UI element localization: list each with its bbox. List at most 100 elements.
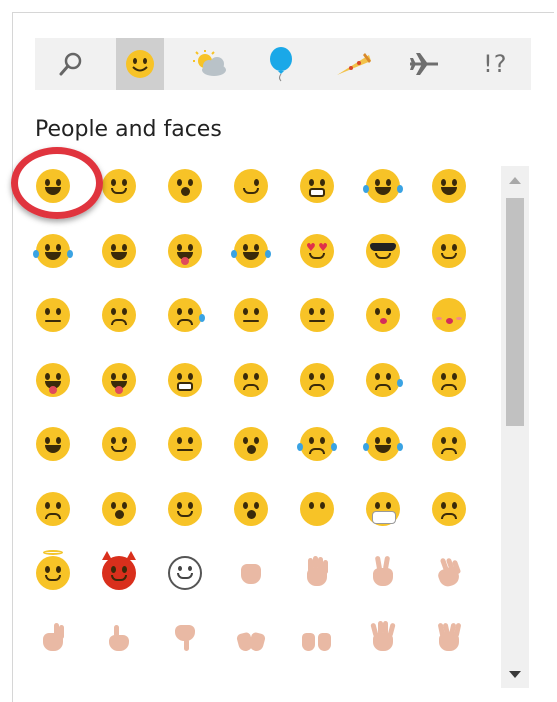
- emoji-cell[interactable]: [218, 412, 284, 477]
- emoji-cell[interactable]: [284, 348, 350, 413]
- emoji-cell[interactable]: [416, 219, 482, 284]
- vulcan-salute-icon: [434, 621, 464, 655]
- winking-tongue-face-icon: [36, 362, 70, 397]
- squinting-laughing-face-icon: [102, 233, 136, 268]
- emoji-cell[interactable]: [350, 348, 416, 413]
- emoji-cell[interactable]: [152, 477, 218, 542]
- expressionless-face-icon: [234, 298, 268, 333]
- open-hands-icon: [302, 621, 332, 655]
- emoji-cell[interactable]: [86, 219, 152, 284]
- emoji-cell[interactable]: [152, 348, 218, 413]
- tab-travel[interactable]: [388, 38, 459, 90]
- emoji-cell[interactable]: [218, 477, 284, 542]
- sweat-face-icon: [168, 298, 205, 333]
- scroll-down-button[interactable]: [501, 660, 529, 688]
- grimacing-face-icon: [300, 169, 334, 204]
- emoji-cell[interactable]: [152, 606, 218, 671]
- emoji-cell[interactable]: [350, 412, 416, 477]
- hushed-face-icon: [300, 298, 334, 333]
- emoji-cell[interactable]: [152, 541, 218, 606]
- emoji-cell[interactable]: [86, 154, 152, 219]
- emoji-cell[interactable]: [20, 348, 86, 413]
- emoji-cell[interactable]: [152, 154, 218, 219]
- sobbing-face-icon: [363, 427, 403, 462]
- emoji-cell[interactable]: [416, 412, 482, 477]
- emoji-cell[interactable]: [350, 219, 416, 284]
- emoji-cell[interactable]: [416, 348, 482, 413]
- emoji-cell[interactable]: [86, 412, 152, 477]
- tab-nature[interactable]: [174, 38, 245, 90]
- emoji-cell[interactable]: [350, 477, 416, 542]
- emoji-cell[interactable]: [20, 219, 86, 284]
- scroll-up-icon: [509, 176, 521, 184]
- sleepy-face-icon: [168, 427, 202, 462]
- emoji-cell[interactable]: [416, 283, 482, 348]
- emoji-cell[interactable]: [284, 606, 350, 671]
- neutral-face-icon: [36, 298, 70, 333]
- emoji-cell[interactable]: [218, 219, 284, 284]
- emoji-cell[interactable]: [350, 541, 416, 606]
- emoji-cell[interactable]: [20, 412, 86, 477]
- emoji-category-tabs: !?: [35, 38, 531, 90]
- emoji-cell[interactable]: [350, 606, 416, 671]
- emoji-cell[interactable]: [152, 283, 218, 348]
- heart-eyes-face-icon: ♥ ♥: [300, 233, 334, 268]
- emoji-cell[interactable]: [416, 477, 482, 542]
- emoji-cell[interactable]: [20, 154, 86, 219]
- emoji-cell[interactable]: [218, 606, 284, 671]
- emoji-cell[interactable]: [284, 477, 350, 542]
- grinning-big-eyes-face-icon: [432, 169, 466, 204]
- emoji-cell[interactable]: [284, 283, 350, 348]
- scrollbar-thumb[interactable]: [506, 198, 524, 426]
- emoji-cell[interactable]: [86, 606, 152, 671]
- emoji-cell[interactable]: [284, 154, 350, 219]
- crying-face-icon: [366, 362, 403, 397]
- unamused-face-icon: [102, 298, 136, 333]
- vertical-scrollbar[interactable]: [501, 166, 529, 688]
- balloon-icon: [267, 46, 295, 82]
- emoji-cell[interactable]: [350, 154, 416, 219]
- relieved-face-icon: [102, 427, 136, 462]
- emoji-cell[interactable]: [20, 541, 86, 606]
- emoji-cell[interactable]: [86, 348, 152, 413]
- emoji-cell[interactable]: [152, 219, 218, 284]
- emoji-cell[interactable]: [284, 541, 350, 606]
- loudly-crying-face-icon: [297, 427, 337, 462]
- slightly-smiling-face-icon: [102, 169, 136, 204]
- tab-activities[interactable]: [246, 38, 317, 90]
- grin-face-icon: [36, 427, 70, 462]
- emoji-cell[interactable]: [416, 154, 482, 219]
- emoji-cell[interactable]: [284, 412, 350, 477]
- emoji-cell[interactable]: [86, 283, 152, 348]
- emoji-cell[interactable]: [152, 412, 218, 477]
- pizza-icon: [333, 49, 373, 79]
- emoji-cell[interactable]: [20, 606, 86, 671]
- persevering-face-icon: [432, 362, 466, 397]
- emoji-cell[interactable]: [416, 541, 482, 606]
- emoji-cell[interactable]: [20, 477, 86, 542]
- ok-hand-icon: [38, 621, 68, 655]
- emoji-cell[interactable]: [20, 283, 86, 348]
- face-without-mouth-icon: [300, 491, 334, 526]
- emoji-cell[interactable]: [218, 283, 284, 348]
- dizzy-face-icon: [234, 491, 268, 526]
- emoji-cell[interactable]: [218, 154, 284, 219]
- emoji-cell[interactable]: [86, 477, 152, 542]
- emoji-grid: ♥ ♥: [20, 154, 492, 694]
- emoji-cell[interactable]: [350, 283, 416, 348]
- tab-search[interactable]: [35, 38, 106, 90]
- tab-food[interactable]: [317, 38, 388, 90]
- scroll-up-button[interactable]: [501, 166, 529, 194]
- astonished-face-icon: [102, 491, 136, 526]
- frowning-face-icon: [300, 362, 334, 397]
- emoji-cell[interactable]: [218, 541, 284, 606]
- grinning-face-icon: [36, 169, 70, 204]
- emoji-cell[interactable]: [86, 541, 152, 606]
- worried-face-icon: [234, 362, 268, 397]
- tab-people[interactable]: [116, 38, 165, 90]
- emoji-cell[interactable]: [218, 348, 284, 413]
- sunglasses-face-icon: [366, 233, 400, 268]
- emoji-cell[interactable]: ♥ ♥: [284, 219, 350, 284]
- tab-symbols[interactable]: !?: [460, 38, 531, 90]
- emoji-cell[interactable]: [416, 606, 482, 671]
